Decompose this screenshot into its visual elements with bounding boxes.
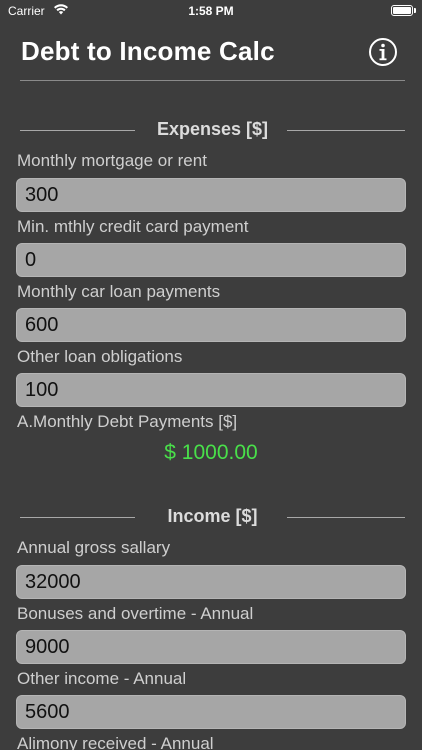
header-divider (20, 80, 405, 81)
income-heading: Income [$] (20, 506, 405, 530)
clock: 1:58 PM (188, 4, 234, 18)
page-title: Debt to Income Calc (21, 36, 275, 66)
bonuses-input[interactable] (16, 630, 406, 664)
monthly-debt-value: $ 1000.00 (164, 441, 258, 464)
info-icon (369, 38, 397, 66)
mortgage-input[interactable] (16, 178, 406, 212)
car-loan-input[interactable] (16, 308, 406, 342)
credit-card-input[interactable] (16, 243, 406, 277)
other-loan-label: Other loan obligations (17, 347, 183, 366)
car-loan-label: Monthly car loan payments (17, 282, 221, 301)
monthly-debt-label: A.Monthly Debt Payments [$] (17, 412, 238, 431)
gross-salary-input[interactable] (16, 565, 406, 599)
other-income-input[interactable] (16, 695, 406, 729)
heading-line-right (287, 517, 405, 518)
heading-line-right (287, 130, 405, 131)
battery-icon (391, 5, 413, 16)
status-bar: Carrier 1:58 PM (0, 0, 422, 22)
battery-cap (414, 8, 416, 13)
alimony-label: Alimony received - Annual (17, 734, 214, 750)
info-button[interactable] (368, 37, 398, 67)
bonuses-label: Bonuses and overtime - Annual (17, 604, 254, 623)
expenses-heading: Expenses [$] (20, 119, 405, 143)
mortgage-label: Monthly mortgage or rent (17, 151, 207, 170)
other-loan-input[interactable] (16, 373, 406, 407)
gross-salary-label: Annual gross sallary (17, 538, 171, 557)
credit-card-label: Min. mthly credit card payment (17, 217, 249, 236)
other-income-label: Other income - Annual (17, 669, 187, 688)
